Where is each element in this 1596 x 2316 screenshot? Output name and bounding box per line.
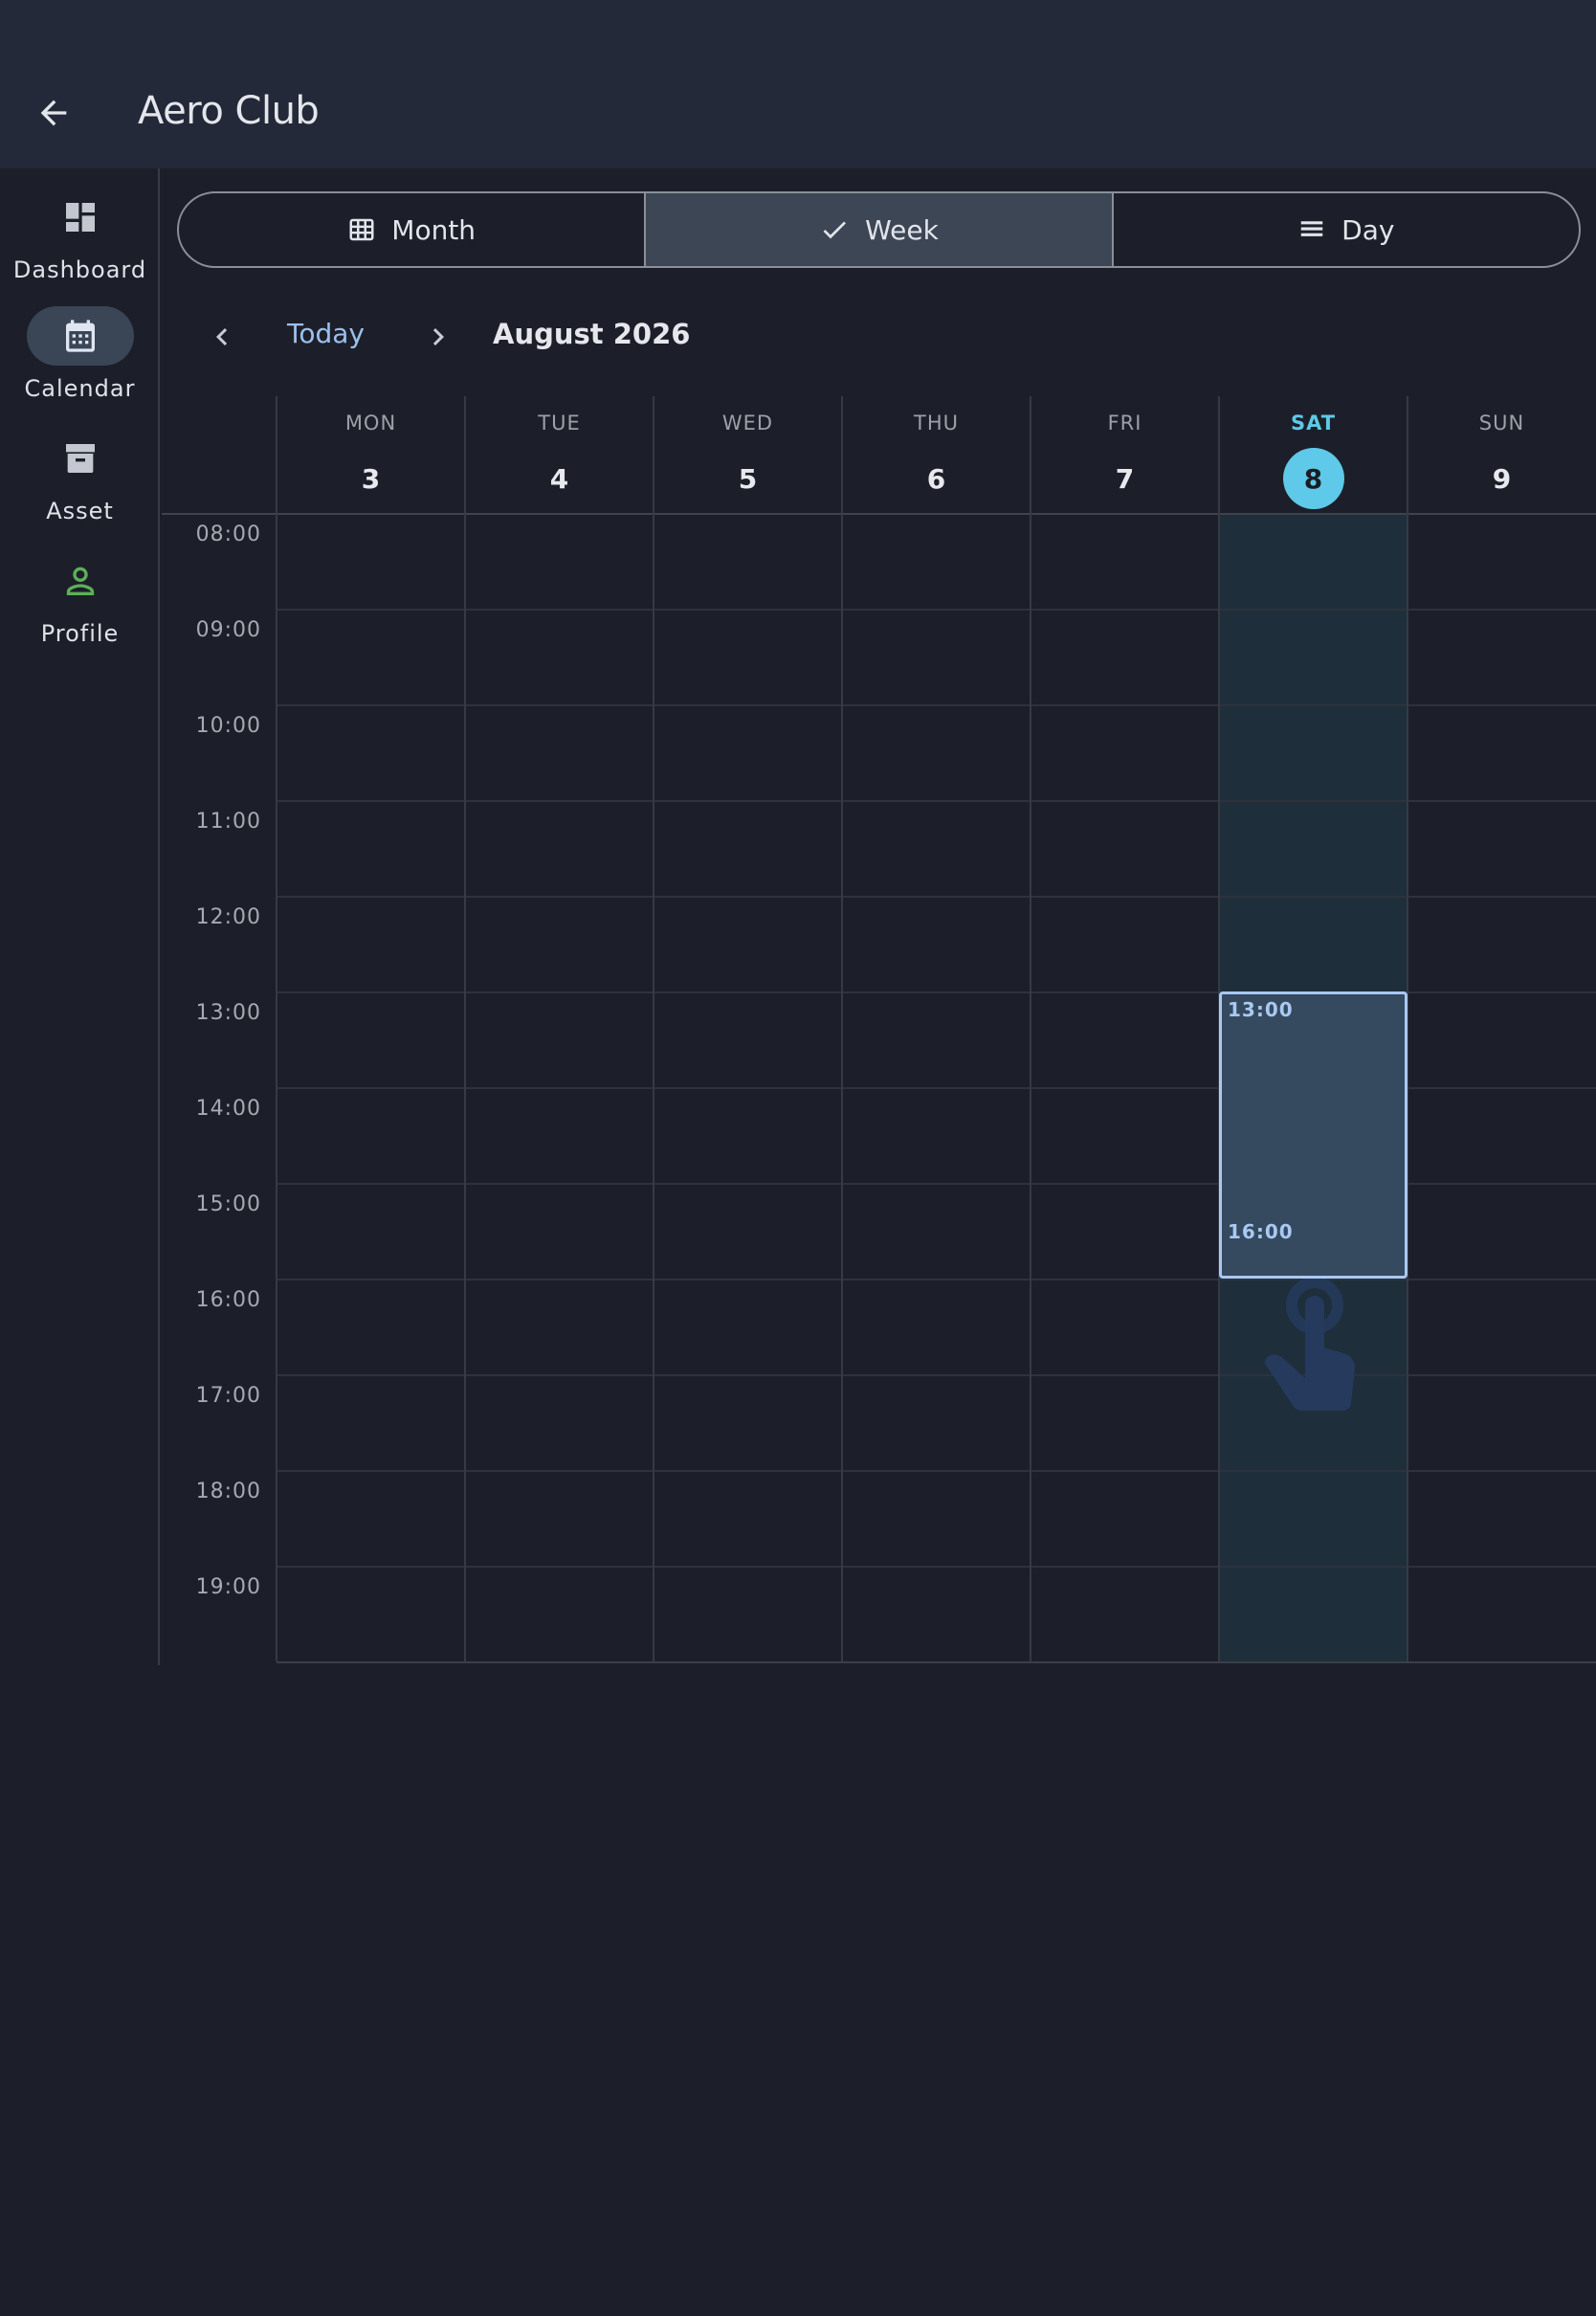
day-of-week-label: FRI	[1107, 412, 1142, 434]
hour-gridline	[277, 896, 1596, 898]
chevron-left-icon	[216, 328, 228, 345]
current-period-label: August 2026	[493, 318, 691, 350]
hour-label: 10:00	[195, 714, 261, 738]
day-number: 6	[926, 462, 946, 495]
hour-label: 11:00	[195, 810, 261, 834]
day-number: 5	[738, 462, 758, 495]
selection-end-time: 16:00	[1228, 1220, 1294, 1243]
hour-label: 09:00	[195, 618, 261, 642]
week-calendar: 08:00 09:00 10:00 11:00 12:00 13:00 14:00 15:00…	[162, 396, 1596, 1665]
rail-label-profile: Profile	[40, 620, 120, 647]
day-header-wed[interactable]: WED 5	[654, 396, 842, 513]
chevron-right-icon	[432, 328, 444, 345]
next-week-button[interactable]	[415, 314, 461, 360]
day-column-line	[276, 396, 277, 1661]
day-of-week-label: MON	[344, 412, 397, 434]
day-of-week-label: TUE	[538, 412, 581, 434]
day-of-week-label: THU	[914, 412, 959, 434]
day-header-fri[interactable]: FRI 7	[1031, 396, 1219, 513]
hour-label: 19:00	[195, 1575, 261, 1599]
rail-item-asset[interactable]: Asset	[0, 429, 160, 540]
hour-label: 15:00	[195, 1192, 261, 1216]
list-icon	[1300, 221, 1323, 236]
day-of-week-label: SUN	[1478, 412, 1525, 434]
dashboard-icon	[65, 203, 95, 232]
day-number: 4	[549, 462, 569, 495]
rail-icon-wrap	[27, 429, 134, 488]
hour-label: 12:00	[195, 905, 261, 929]
day-column-line	[464, 396, 466, 1661]
hour-gridline	[277, 609, 1596, 611]
rail-icon-wrap	[27, 188, 134, 247]
today-date-badge: 8	[1282, 448, 1344, 509]
today-button[interactable]: Today	[287, 318, 365, 349]
hour-label: 18:00	[195, 1480, 261, 1503]
time-selection-block[interactable]: 13:00 16:00	[1219, 991, 1408, 1279]
check-icon	[823, 221, 847, 239]
hour-gridline	[277, 800, 1596, 802]
day-number: 9	[1492, 462, 1512, 495]
hour-gridline	[277, 704, 1596, 706]
rail-item-dashboard[interactable]: Dashboard	[0, 188, 160, 299]
rail-label-asset: Asset	[46, 498, 114, 524]
hour-gridline	[277, 1374, 1596, 1376]
grid-bottom-line	[277, 1661, 1596, 1663]
day-of-week-label: SAT	[1290, 412, 1337, 434]
rail-label-calendar: Calendar	[24, 375, 136, 402]
hour-label: 14:00	[195, 1097, 261, 1121]
view-week-label: Week	[865, 213, 939, 246]
day-header-mon[interactable]: MON 3	[277, 396, 465, 513]
back-button[interactable]	[27, 86, 80, 140]
rail-icon-wrap-active	[26, 306, 134, 366]
hour-label: 16:00	[195, 1288, 261, 1312]
day-header-sun[interactable]: SUN 9	[1408, 396, 1596, 513]
view-switcher: Month Week Day	[177, 191, 1581, 268]
rail-icon-wrap	[27, 551, 134, 611]
view-month-button[interactable]: Month	[179, 193, 644, 266]
hour-gridline	[277, 1566, 1596, 1568]
nav-rail: Dashboard Calendar Asset Profile	[0, 168, 160, 1665]
previous-week-button[interactable]	[199, 314, 245, 360]
header-divider	[162, 513, 1596, 515]
touch-hand-icon	[1264, 1279, 1355, 1411]
day-header-tue[interactable]: TUE 4	[465, 396, 654, 513]
hour-label: 17:00	[195, 1384, 261, 1408]
grid-icon	[349, 218, 374, 241]
hour-label: 08:00	[195, 523, 261, 546]
view-day-button[interactable]: Day	[1111, 193, 1579, 266]
archive-icon	[65, 444, 95, 473]
view-month-label: Month	[391, 213, 477, 246]
day-column-line	[841, 396, 843, 1661]
day-header-thu[interactable]: THU 6	[842, 396, 1031, 513]
hour-gridline	[277, 1279, 1596, 1280]
calendar-icon	[65, 320, 95, 352]
rail-item-profile[interactable]: Profile	[0, 551, 160, 662]
arrow-back-icon	[40, 100, 67, 126]
hour-label: 13:00	[195, 1001, 261, 1025]
app-bar: Aero Club	[0, 0, 1596, 168]
day-number: 3	[361, 462, 381, 495]
day-number: 7	[1115, 462, 1135, 495]
selection-start-time: 13:00	[1228, 998, 1294, 1021]
day-column-line	[1030, 396, 1031, 1661]
day-header-sat[interactable]: SAT 8	[1219, 396, 1408, 513]
day-of-week-label: WED	[721, 412, 774, 434]
app-title: Aero Club	[138, 89, 320, 133]
day-column-line	[653, 396, 654, 1661]
view-week-button[interactable]: Week	[644, 193, 1112, 266]
view-day-label: Day	[1341, 213, 1395, 246]
person-icon	[66, 567, 94, 595]
rail-label-dashboard: Dashboard	[12, 256, 147, 283]
hour-gridline	[277, 1470, 1596, 1472]
rail-item-calendar[interactable]: Calendar	[0, 306, 160, 417]
